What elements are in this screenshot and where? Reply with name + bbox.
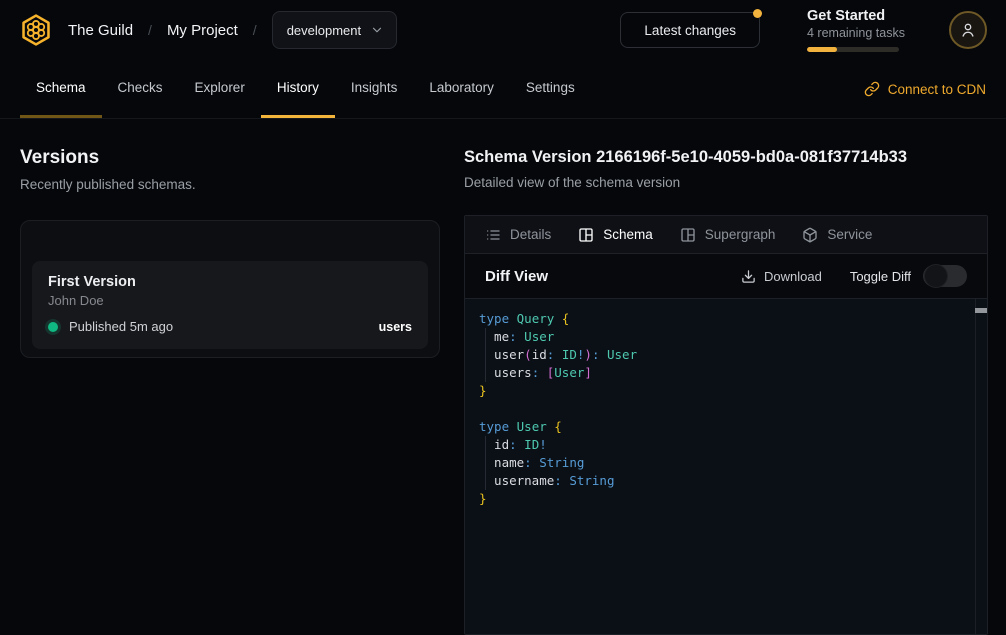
detail-tab-label: Details bbox=[510, 227, 551, 242]
code-line: users: [User] bbox=[479, 364, 963, 382]
diff-view-title: Diff View bbox=[485, 268, 548, 285]
version-status-row: Published 5m ago users bbox=[48, 319, 412, 334]
version-detail-subtitle: Detailed view of the schema version bbox=[464, 174, 988, 192]
detail-tabs: Details Schema Supergraph bbox=[465, 216, 987, 254]
code-line: username: String bbox=[479, 472, 963, 490]
code-line: } bbox=[479, 382, 963, 400]
tab-insights[interactable]: Insights bbox=[335, 60, 414, 118]
version-service-badge: users bbox=[379, 320, 412, 334]
code-scrollbar-thumb[interactable] bbox=[975, 308, 987, 313]
toggle-diff-control: Toggle Diff bbox=[850, 265, 967, 287]
tab-checks[interactable]: Checks bbox=[102, 60, 179, 118]
versions-title: Versions bbox=[20, 146, 440, 170]
get-started-widget[interactable]: Get Started 4 remaining tasks bbox=[807, 8, 899, 52]
code-line: id: ID! bbox=[479, 436, 963, 454]
chevron-down-icon bbox=[370, 23, 384, 37]
nav-tabs: Schema Checks Explorer History Insights … bbox=[20, 60, 591, 118]
list-icon bbox=[485, 227, 501, 243]
person-icon bbox=[959, 21, 977, 39]
version-detail-card: Details Schema Supergraph bbox=[464, 215, 988, 635]
download-button[interactable]: Download bbox=[741, 269, 822, 284]
connect-to-cdn-link[interactable]: Connect to CDN bbox=[864, 60, 986, 118]
version-detail-title: Schema Version 2166196f-5e10-4059-bd0a-0… bbox=[464, 146, 988, 168]
code-line: } bbox=[479, 490, 963, 508]
breadcrumb-org[interactable]: The Guild bbox=[68, 22, 133, 39]
get-started-progress-fill bbox=[807, 47, 837, 52]
diff-view-header: Diff View Download Toggle Diff bbox=[465, 254, 987, 299]
detail-tab-schema[interactable]: Schema bbox=[578, 227, 653, 243]
toggle-diff-switch[interactable] bbox=[923, 265, 967, 287]
tab-schema[interactable]: Schema bbox=[20, 60, 102, 118]
cube-icon bbox=[802, 227, 818, 243]
code-line: type Query { bbox=[479, 310, 963, 328]
code-scrollbar-track[interactable] bbox=[975, 299, 987, 634]
version-detail-panel: Schema Version 2166196f-5e10-4059-bd0a-0… bbox=[464, 119, 988, 635]
target-selector-dropdown[interactable]: development bbox=[272, 11, 397, 49]
breadcrumb-project[interactable]: My Project bbox=[167, 22, 238, 39]
get-started-subtitle: 4 remaining tasks bbox=[807, 26, 899, 40]
guild-logo-icon[interactable] bbox=[19, 13, 53, 47]
versions-panel: Versions Recently published schemas. Fir… bbox=[20, 119, 440, 358]
code-line bbox=[479, 400, 963, 418]
versions-list-card: First Version John Doe Published 5m ago … bbox=[20, 220, 440, 358]
detail-tab-details[interactable]: Details bbox=[485, 227, 551, 243]
get-started-progress-bar bbox=[807, 47, 899, 52]
columns-icon bbox=[680, 227, 696, 243]
detail-tab-label: Service bbox=[827, 227, 872, 242]
download-label: Download bbox=[764, 269, 822, 284]
version-name: First Version bbox=[48, 274, 412, 290]
link-icon bbox=[864, 81, 880, 97]
breadcrumb-separator: / bbox=[253, 22, 257, 38]
user-avatar[interactable] bbox=[949, 11, 987, 49]
tab-settings[interactable]: Settings bbox=[510, 60, 591, 118]
latest-changes-button[interactable]: Latest changes bbox=[620, 12, 760, 48]
get-started-title: Get Started bbox=[807, 8, 899, 24]
version-author: John Doe bbox=[48, 293, 412, 308]
code-line: me: User bbox=[479, 328, 963, 346]
detail-tab-label: Supergraph bbox=[705, 227, 776, 242]
toggle-diff-label: Toggle Diff bbox=[850, 269, 911, 284]
tab-explorer[interactable]: Explorer bbox=[179, 60, 261, 118]
columns-icon bbox=[578, 227, 594, 243]
code-line: type User { bbox=[479, 418, 963, 436]
primary-nav: Schema Checks Explorer History Insights … bbox=[0, 60, 1006, 119]
latest-changes-label: Latest changes bbox=[644, 23, 736, 38]
download-icon bbox=[741, 269, 756, 284]
detail-tab-label: Schema bbox=[603, 227, 653, 242]
version-status-text: Published 5m ago bbox=[69, 319, 173, 334]
toggle-knob bbox=[924, 264, 948, 288]
code-line: user(id: ID!): User bbox=[479, 346, 963, 364]
detail-tab-service[interactable]: Service bbox=[802, 227, 872, 243]
notification-dot bbox=[753, 9, 762, 18]
schema-code-viewer: type Query { me: User user(id: ID!): Use… bbox=[465, 299, 987, 634]
app-header: The Guild / My Project / development Lat… bbox=[0, 0, 1006, 60]
tab-history[interactable]: History bbox=[261, 60, 335, 118]
detail-tab-supergraph[interactable]: Supergraph bbox=[680, 227, 776, 243]
code-block: type Query { me: User user(id: ID!): Use… bbox=[479, 310, 963, 508]
breadcrumb-separator: / bbox=[148, 22, 152, 38]
connect-to-cdn-label: Connect to CDN bbox=[888, 82, 986, 97]
published-status-dot bbox=[48, 322, 58, 332]
code-line: name: String bbox=[479, 454, 963, 472]
versions-subtitle: Recently published schemas. bbox=[20, 176, 440, 194]
tab-laboratory[interactable]: Laboratory bbox=[413, 60, 510, 118]
target-selector-value: development bbox=[287, 23, 361, 38]
breadcrumb: The Guild / My Project / bbox=[68, 22, 257, 39]
version-list-item[interactable]: First Version John Doe Published 5m ago … bbox=[32, 261, 428, 349]
